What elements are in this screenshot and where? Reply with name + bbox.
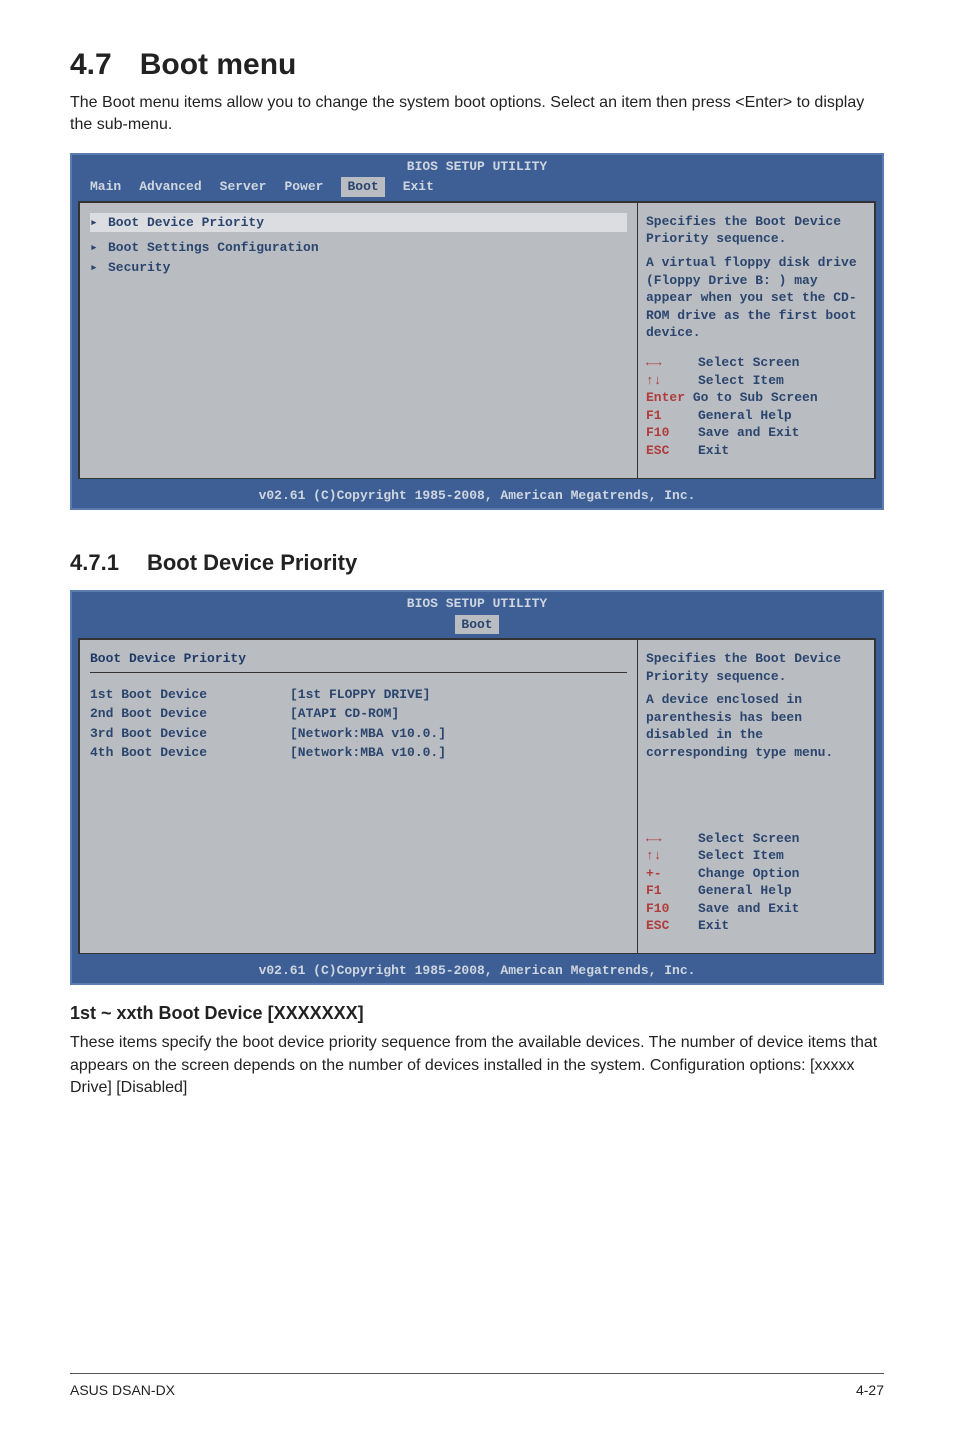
bios-title: BIOS SETUP UTILITY [72, 592, 882, 613]
bios-right-pane: Specifies the Boot Device Priority seque… [638, 201, 876, 479]
bios-help-line: Specifies the Boot Device Priority seque… [646, 213, 866, 248]
submenu-arrow-icon: ▸ [90, 239, 108, 257]
bios-row-1st-boot: 1st Boot Device [1st FLOPPY DRIVE] [90, 685, 627, 705]
bios-item-boot-settings-config: ▸ Boot Settings Configuration [90, 238, 627, 258]
bios-tab-advanced: Advanced [139, 177, 219, 197]
parameter-body: These items specify the boot device prio… [70, 1032, 884, 1099]
section-intro: The Boot menu items allow you to change … [70, 92, 884, 137]
bios-screenshot-boot-device-priority: BIOS SETUP UTILITY Boot Boot Device Prio… [70, 590, 884, 985]
bios-help-line: Specifies the Boot Device Priority seque… [646, 650, 866, 685]
key-desc: Save and Exit [698, 900, 866, 918]
bios-row-label: 1st Boot Device [90, 686, 290, 704]
bios-key-legend: ←→Select Screen ↑↓Select Item +-Change O… [646, 830, 866, 935]
bios-title: BIOS SETUP UTILITY [72, 155, 882, 176]
key-f10: F10 [646, 900, 698, 918]
bios-copyright: v02.61 (C)Copyright 1985-2008, American … [72, 485, 882, 509]
key-updown: ↑↓ [646, 847, 698, 865]
bios-row-4th-boot: 4th Boot Device [Network:MBA v10.0.] [90, 743, 627, 763]
subsection-number: 4.7.1 [70, 550, 119, 575]
key-esc: ESC [646, 442, 698, 460]
bios-help-line: A device enclosed in parenthesis has bee… [646, 691, 866, 761]
bios-help-text: Specifies the Boot Device Priority seque… [646, 650, 866, 767]
bios-tab-boot: Boot [341, 177, 384, 197]
bios-left-pane: Boot Device Priority 1st Boot Device [1s… [78, 638, 638, 954]
subsection-heading: 4.7.1 Boot Device Priority [70, 550, 884, 576]
subsection-title-text: Boot Device Priority [147, 550, 357, 575]
key-desc: Change Option [698, 865, 866, 883]
page-footer: ASUS DSAN-DX 4-27 [70, 1373, 884, 1398]
key-desc: Select Item [698, 847, 866, 865]
bios-tab-exit: Exit [385, 177, 452, 197]
key-esc: ESC [646, 917, 698, 935]
key-f1: F1 [646, 407, 698, 425]
key-arrows: ←→ [646, 354, 698, 372]
section-number: 4.7 [70, 48, 112, 81]
bios-tab-server: Server [220, 177, 285, 197]
section-heading: 4.7 Boot menu [70, 48, 884, 82]
key-f10: F10 [646, 424, 698, 442]
key-desc: Exit [698, 442, 866, 460]
bios-pane-header: Boot Device Priority [90, 650, 627, 673]
bios-key-legend: ←→Select Screen ↑↓Select Item Enter Go t… [646, 354, 866, 459]
bios-row-3rd-boot: 3rd Boot Device [Network:MBA v10.0.] [90, 724, 627, 744]
bios-item-label: Boot Device Priority [108, 214, 264, 232]
submenu-arrow-icon: ▸ [90, 214, 108, 232]
bios-item-boot-device-priority: ▸ Boot Device Priority [90, 213, 627, 233]
footer-left: ASUS DSAN-DX [70, 1382, 175, 1398]
key-desc: Select Screen [698, 830, 866, 848]
bios-item-security: ▸ Security [90, 258, 627, 278]
bios-row-value: [Network:MBA v10.0.] [290, 725, 627, 743]
key-plusminus: +- [646, 865, 698, 883]
footer-right: 4-27 [856, 1382, 884, 1398]
bios-left-pane: ▸ Boot Device Priority ▸ Boot Settings C… [78, 201, 638, 479]
bios-row-label: 3rd Boot Device [90, 725, 290, 743]
key-desc: Select Screen [698, 354, 866, 372]
key-desc: Save and Exit [698, 424, 866, 442]
bios-help-line: A virtual floppy disk drive (Floppy Driv… [646, 254, 866, 342]
key-desc: Select Item [698, 372, 866, 390]
key-f1: F1 [646, 882, 698, 900]
parameter-heading: 1st ~ xxth Boot Device [XXXXXXX] [70, 1003, 884, 1024]
bios-row-2nd-boot: 2nd Boot Device [ATAPI CD-ROM] [90, 704, 627, 724]
bios-copyright: v02.61 (C)Copyright 1985-2008, American … [72, 960, 882, 984]
key-arrows: ←→ [646, 830, 698, 848]
key-desc: Exit [698, 917, 866, 935]
key-updown: ↑↓ [646, 372, 698, 390]
submenu-arrow-icon: ▸ [90, 259, 108, 277]
bios-item-label: Security [108, 259, 170, 277]
bios-screenshot-boot-menu: BIOS SETUP UTILITY Main Advanced Server … [70, 153, 884, 510]
key-enter-line: Enter Go to Sub Screen [646, 389, 866, 407]
key-desc: General Help [698, 882, 866, 900]
bios-tab-power: Power [284, 177, 341, 197]
bios-tab-bar: Main Advanced Server Power Boot Exit [72, 175, 882, 201]
bios-row-label: 2nd Boot Device [90, 705, 290, 723]
bios-tab-main: Main [90, 177, 139, 197]
bios-help-text: Specifies the Boot Device Priority seque… [646, 213, 866, 348]
bios-row-value: [Network:MBA v10.0.] [290, 744, 627, 762]
bios-tab-boot: Boot [455, 615, 498, 635]
bios-row-value: [ATAPI CD-ROM] [290, 705, 627, 723]
key-desc: General Help [698, 407, 866, 425]
section-title-text: Boot menu [140, 48, 297, 81]
bios-row-label: 4th Boot Device [90, 744, 290, 762]
bios-item-label: Boot Settings Configuration [108, 239, 319, 257]
bios-tab-bar: Boot [72, 613, 882, 639]
bios-row-value: [1st FLOPPY DRIVE] [290, 686, 627, 704]
bios-right-pane: Specifies the Boot Device Priority seque… [638, 638, 876, 954]
